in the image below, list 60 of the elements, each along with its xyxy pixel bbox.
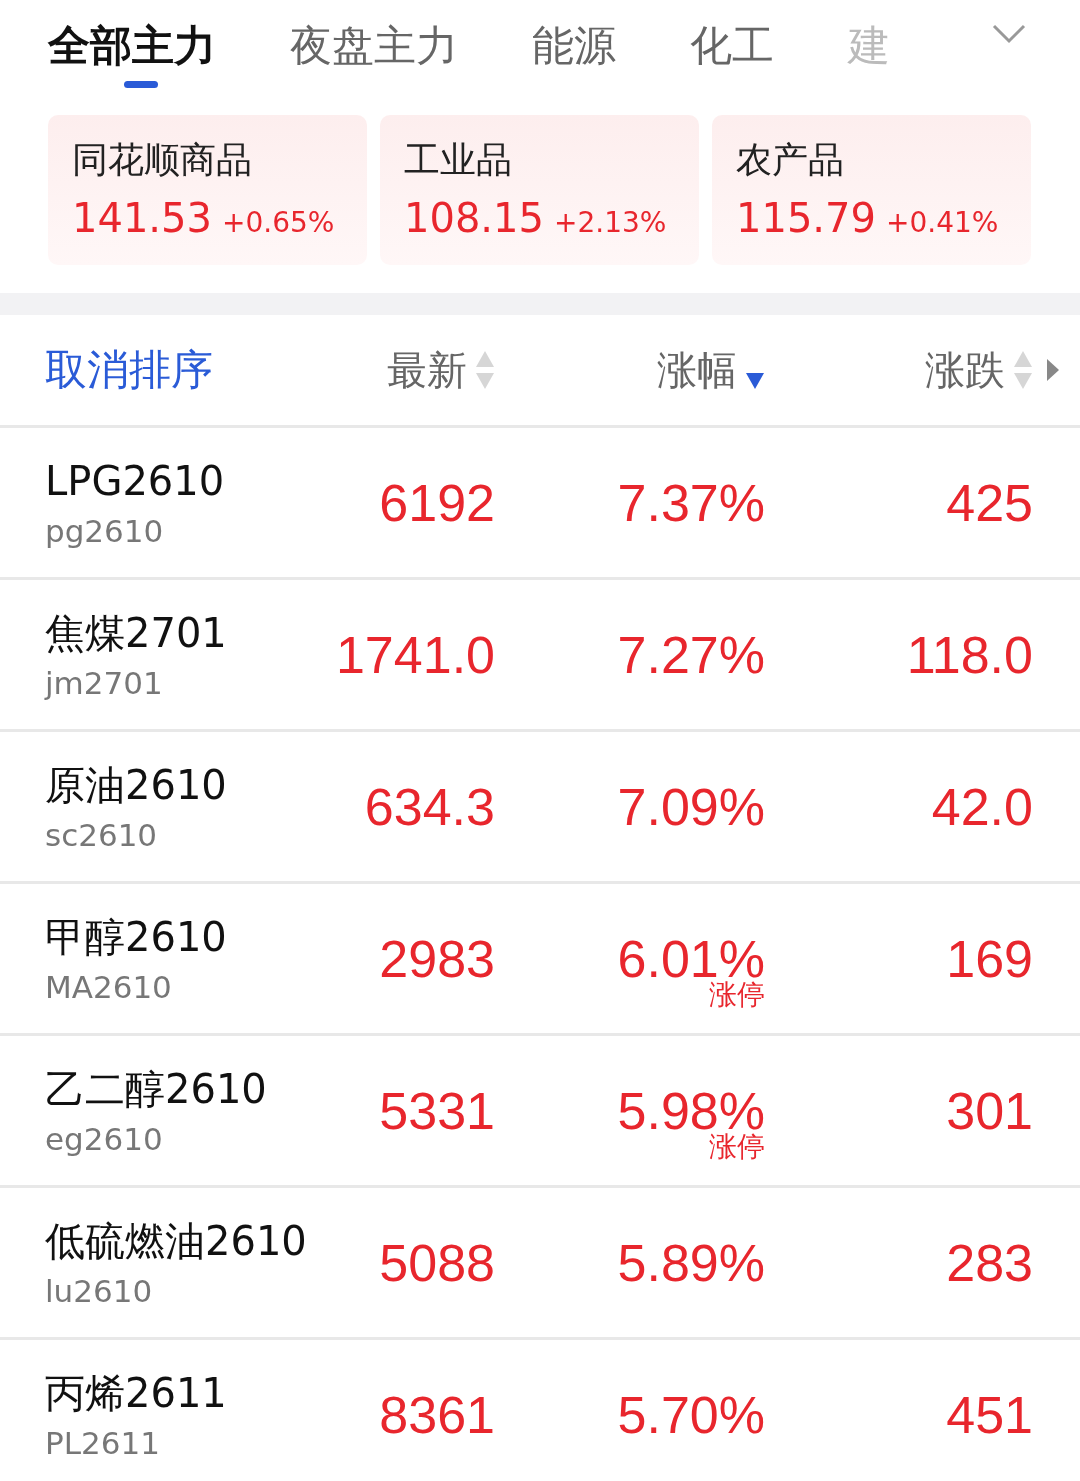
contract-name: 低硫燃油2610 — [45, 1216, 307, 1266]
chevron-down-icon[interactable] — [992, 24, 1026, 44]
change-cell-text: 425 — [945, 472, 1033, 533]
percent-cell: 7.27% — [617, 624, 765, 685]
price-cell-text: 6192 — [378, 472, 495, 533]
quote-row[interactable]: LPG2610 pg2610 6192 7.37% 425 — [0, 425, 1080, 577]
contract-name: LPG2610 — [45, 456, 225, 506]
index-name: 农产品 — [736, 138, 845, 182]
category-tab[interactable]: 夜盘主力 — [290, 10, 458, 90]
contract-code: lu2610 — [45, 1271, 154, 1311]
quote-row[interactable]: 原油2610 sc2610 634.3 7.09% 42.0 — [0, 729, 1080, 881]
category-tab[interactable]: 能源 — [532, 10, 616, 90]
price-cell-text: 1741.0 — [334, 624, 495, 685]
price-cell-text: 8361 — [378, 1384, 495, 1445]
contract-code: jm2701 — [45, 663, 164, 703]
index-value: 141.53 — [72, 195, 212, 241]
change-cell-text: 118.0 — [905, 624, 1033, 685]
contract-code: sc2610 — [45, 815, 159, 855]
percent-cell: 5.70% — [617, 1384, 765, 1445]
column-header[interactable]: 最新 — [387, 342, 467, 398]
index-name: 同花顺商品 — [72, 138, 253, 182]
contract-code: eg2610 — [45, 1119, 164, 1159]
change-cell-text: 451 — [945, 1384, 1033, 1445]
cancel-sort-link[interactable]: 取消排序 — [45, 342, 305, 398]
contract-code: PL2611 — [45, 1423, 161, 1463]
index-value: 108.15 — [404, 195, 544, 241]
contract-name: 甲醇2610 — [45, 912, 227, 962]
contract-code: pg2610 — [45, 511, 165, 551]
change-cell-text: 301 — [945, 1080, 1033, 1141]
change-cell-text: 42.0 — [930, 776, 1033, 837]
index-change: +0.41% — [885, 206, 999, 239]
price-cell-text: 5331 — [378, 1080, 495, 1141]
contract-name: 乙二醇2610 — [45, 1064, 267, 1114]
scroll-right-icon[interactable] — [1047, 359, 1059, 381]
index-name: 工业品 — [404, 138, 513, 182]
category-tab[interactable]: 化工 — [690, 10, 774, 90]
change-cell-text: 283 — [945, 1232, 1033, 1293]
percent-cell: 7.37% — [617, 472, 765, 533]
index-card[interactable]: 农产品 115.79 +0.41% — [712, 115, 1031, 265]
column-header[interactable]: 涨幅 — [657, 342, 737, 398]
percent-cell: 7.09% — [617, 776, 765, 837]
price-cell-text: 2983 — [378, 928, 495, 989]
contract-name: 焦煤2701 — [45, 608, 227, 658]
index-card[interactable]: 工业品 108.15 +2.13% — [380, 115, 699, 265]
price-cell-text: 5088 — [378, 1232, 495, 1293]
quote-row[interactable]: 低硫燃油2610 lu2610 5088 5.89% 283 — [0, 1185, 1080, 1337]
column-header[interactable]: 涨跌 — [925, 342, 1005, 398]
contract-name: 丙烯2611 — [45, 1368, 227, 1418]
percent-cell: 5.89% — [617, 1232, 765, 1293]
change-cell-text: 169 — [945, 928, 1033, 989]
category-tab[interactable]: 全部主力 — [48, 10, 216, 90]
index-card[interactable]: 同花顺商品 141.53 +0.65% — [48, 115, 367, 265]
quote-row[interactable]: 焦煤2701 jm2701 1741.0 7.27% 118.0 — [0, 577, 1080, 729]
index-change: +0.65% — [221, 206, 335, 239]
contract-name: 原油2610 — [45, 760, 227, 810]
index-value: 115.79 — [736, 195, 876, 241]
contract-code: MA2610 — [45, 967, 173, 1007]
price-cell-text: 634.3 — [363, 776, 495, 837]
index-change: +2.13% — [553, 206, 667, 239]
quote-row[interactable]: 丙烯2611 PL2611 8361 5.70% 451 — [0, 1337, 1080, 1481]
